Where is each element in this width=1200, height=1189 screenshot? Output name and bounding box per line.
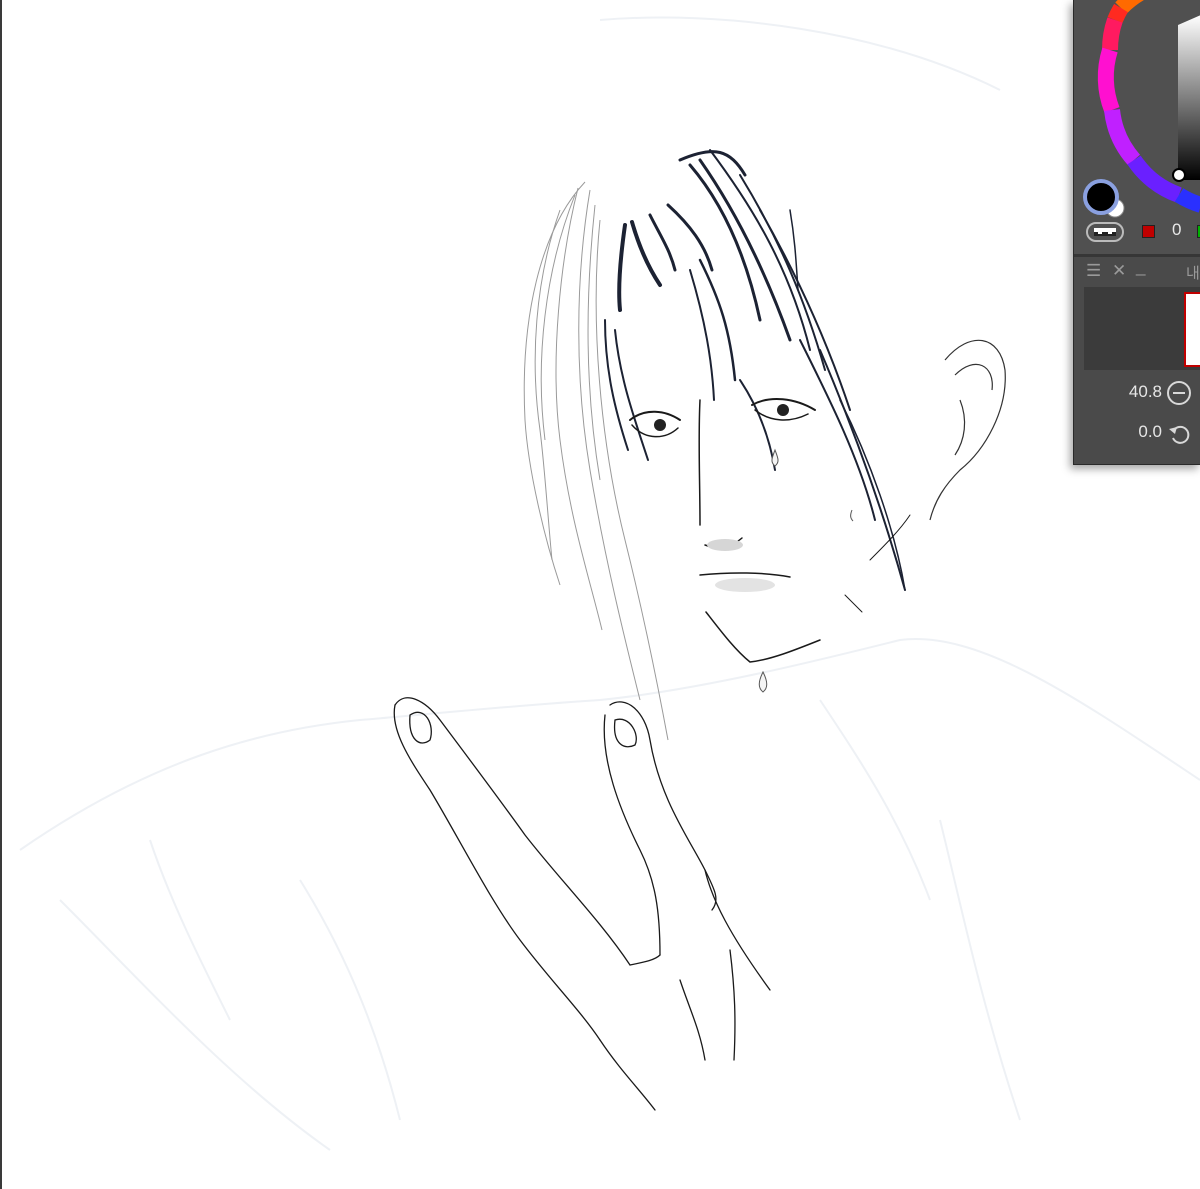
color-values-row: 0 [1134,218,1200,242]
color-wheel-panel: 0 [1074,0,1200,254]
zoom-out-icon[interactable] [1166,380,1192,406]
color-wheel-icon[interactable] [1074,0,1200,254]
artwork-sketch [19,16,1200,1151]
navigator-title: 내 [1186,265,1200,282]
floating-tool-panel: 0 ☰ ✕ _ 내 40.8 0.0 [1073,0,1200,465]
red-channel-value[interactable]: 0 [1172,220,1181,240]
red-channel-swatch [1142,225,1155,238]
reset-rotation-icon[interactable] [1166,420,1192,446]
drawing-canvas[interactable]: 0 ☰ ✕ _ 내 40.8 0.0 [0,0,1200,1189]
color-mode-toggle-icon[interactable] [1086,222,1124,242]
navigator-header: ☰ ✕ _ 내 [1074,257,1200,287]
main-color-swatch-icon [1083,179,1119,215]
rotation-value[interactable]: 0.0 [1098,422,1162,442]
close-icon[interactable]: ✕ [1112,261,1126,281]
navigator-viewport-box[interactable] [1184,292,1200,367]
navigator-preview[interactable] [1084,287,1200,370]
zoom-row: 40.8 [1074,374,1200,410]
color-picker-cursor [1172,168,1186,182]
zoom-value[interactable]: 40.8 [1098,382,1162,402]
rotation-row: 0.0 [1074,414,1200,450]
minimize-icon[interactable]: _ [1136,257,1145,277]
menu-icon[interactable]: ☰ [1086,261,1101,281]
